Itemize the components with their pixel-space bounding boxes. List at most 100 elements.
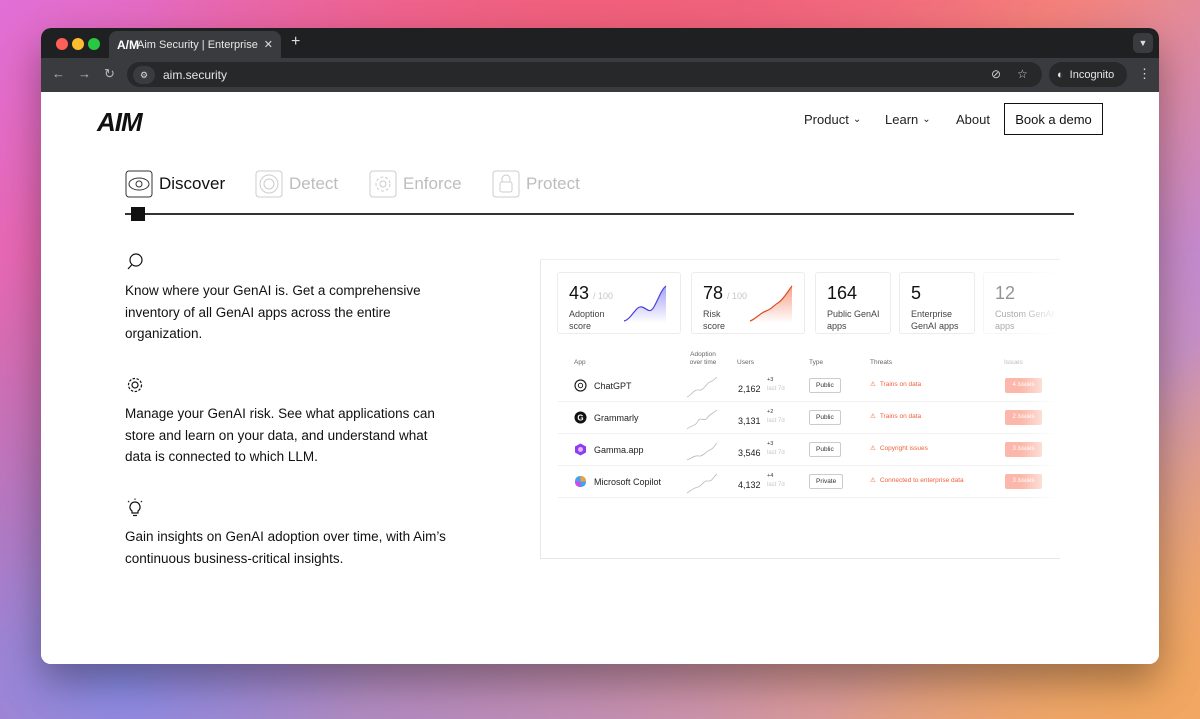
progress-track [125,213,1074,215]
type-badge: Public [809,410,841,425]
card-value: 12 [995,283,1016,303]
type-badge: Public [809,378,841,393]
delta-period: last 7d [767,482,785,488]
progress-knob[interactable] [131,207,145,221]
threat-text: Connected to enterprise data [879,476,964,484]
table-row[interactable]: Microsoft Copilot 4,132 +4 last 7d Priva… [558,466,1058,498]
lock-icon [492,170,520,198]
incognito-icon: ◐ [1057,68,1064,81]
browser-toolbar: ← → ↻ ⚙ aim.security ⊘ ☆ ◐ Incognito ⋮ [41,58,1159,92]
dashboard-fade-overlay [1020,260,1060,558]
close-tab-icon[interactable]: ✕ [264,38,273,51]
card-value: 164 [827,283,858,303]
threat-text: Trains on data [879,380,922,388]
threat-text: Trains on data [879,412,922,420]
nav-product[interactable]: Product ⌄ [804,112,861,127]
warning-icon: ⚠ [870,381,876,388]
user-delta: +3 [767,377,774,383]
tab-search-chevron-icon[interactable]: ▼ [1133,33,1153,53]
threat-label: ⚠ Trains on data [870,412,922,421]
web-page: AIM Product ⌄ Learn ⌄ About Book a demo Di… [41,92,1159,664]
address-bar[interactable]: ⚙ aim.security ⊘ ☆ [127,62,1042,87]
warning-icon: ⚠ [870,413,876,420]
gamma-icon [575,443,586,456]
minimize-window-button[interactable] [72,38,84,50]
maximize-window-button[interactable] [88,38,100,50]
col-header-users: Users [737,359,754,366]
menu-kebab-icon[interactable]: ⋮ [1138,66,1151,82]
table-row[interactable]: Gamma.app 3,546 +3 last 7d Public ⚠ Copyr… [558,434,1058,466]
feature-text: Gain insights on GenAI adoption over tim… [125,529,446,566]
lightbulb-icon [127,498,143,517]
threat-label: ⚠ Copyright issues [870,444,928,453]
card-value: 5 [911,283,922,303]
gear-icon [369,170,397,198]
warning-icon: ⚠ [870,445,876,452]
table-row[interactable]: ChatGPT 2,162 +3 last 7d Public ⚠ Trains … [558,370,1058,402]
card-label: Enterprise GenAI apps [911,309,959,331]
step-enforce[interactable]: Enforce [369,170,462,198]
bookmark-star-icon[interactable]: ☆ [1017,67,1028,81]
gear-icon [127,377,143,393]
favicon-icon: A/M [117,37,139,52]
tab-title: Aim Security | Enterprise-grade [137,38,258,51]
app-name: Grammarly [594,413,639,423]
col-header-app: App [574,359,586,366]
site-settings-icon[interactable]: ⚙ [133,65,155,84]
nav-learn[interactable]: Learn ⌄ [885,112,931,127]
forward-icon[interactable]: → [78,66,91,81]
book-demo-button[interactable]: Book a demo [1004,103,1103,135]
user-delta: +3 [767,441,774,447]
new-tab-icon[interactable]: + [291,33,300,51]
card-value: 78 [703,283,724,303]
chevron-down-icon: ⌄ [922,114,931,125]
close-window-button[interactable] [56,38,68,50]
step-protect[interactable]: Protect [492,170,580,198]
public-apps-card: 164 Public GenAI apps [815,272,891,334]
nav-about[interactable]: About [956,112,990,127]
card-label: Risk score [703,309,726,331]
chevron-down-icon: ⌄ [852,114,862,125]
nav-product-label: Product [804,112,849,127]
card-max: / 100 [593,291,614,301]
eye-off-icon[interactable]: ⊘ [991,67,1001,81]
back-icon[interactable]: ← [52,66,65,81]
search-icon [127,253,143,270]
radar-icon [255,170,283,198]
step-label: Detect [289,174,339,193]
url-text: aim.security [163,67,228,82]
card-label: Adoption score [569,309,605,331]
incognito-badge[interactable]: ◐ Incognito [1049,62,1127,87]
enterprise-apps-card: 5 Enterprise GenAI apps [899,272,975,334]
reload-icon[interactable]: ↻ [104,66,115,82]
card-label: Public GenAI apps [827,309,880,331]
browser-window: A/M Aim Security | Enterprise-grade ✕ + … [41,28,1159,664]
step-label: Enforce [403,174,462,193]
type-badge: Public [809,442,841,457]
step-label: Discover [159,174,226,193]
delta-period: last 7d [767,386,785,392]
user-delta: +2 [767,409,774,415]
incognito-label: Incognito [1069,68,1115,81]
app-name: Microsoft Copilot [594,477,662,487]
col-header-threats: Threats [870,359,893,366]
aim-logo[interactable]: AIM [97,107,143,138]
risk-score-card: 78/ 100 Risk score [691,272,805,334]
nav-about-label: About [956,112,990,127]
feature-text: Know where your GenAI is. Get a comprehe… [125,283,421,341]
threat-text: Copyright issues [879,444,928,452]
svg-text:G: G [577,413,583,422]
user-count: 3,546 [738,448,761,458]
step-discover[interactable]: Discover [125,170,225,198]
threat-label: ⚠ Trains on data [870,380,922,389]
risk-chart [749,285,793,323]
browser-tab[interactable]: A/M Aim Security | Enterprise-grade ✕ [109,31,281,58]
adoption-sparkline [686,376,718,398]
delta-period: last 7d [767,450,785,456]
adoption-score-card: 43/ 100 Adoption score [557,272,681,334]
table-row[interactable]: G Grammarly 3,131 +2 last 7d Public ⚠ Tra… [558,402,1058,434]
user-count: 2,162 [738,384,761,394]
step-detect[interactable]: Detect [255,170,338,198]
adoption-sparkline [686,409,718,430]
grammarly-icon: G [574,411,587,424]
